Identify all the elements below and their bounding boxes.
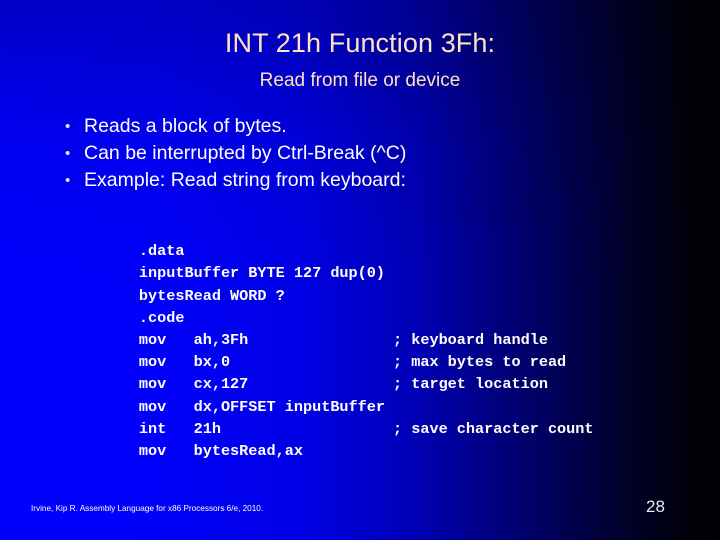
code-comment: ; max bytes to read [393, 353, 567, 372]
code-line: int 21h [66, 396, 706, 438]
code-listing: .data inputBuffer BYTE 127 dup(0) bytesR… [66, 218, 706, 460]
bullet-icon: • [65, 118, 71, 135]
code-line: mov ah,3Fh [66, 307, 706, 349]
footer-credit: Irvine, Kip R. Assembly Language for x86… [31, 504, 264, 513]
list-item: • Example: Read string from keyboard: [62, 167, 682, 194]
bullet-list: • Reads a block of bytes. • Can be inter… [62, 113, 682, 194]
code-line: .data [66, 218, 706, 260]
page-number: 28 [646, 497, 665, 516]
bullet-label: Can be interrupted by Ctrl-Break (^C) [84, 142, 407, 164]
code-comment: ; keyboard handle [393, 330, 548, 349]
page-subtitle: Read from file or device [259, 70, 461, 91]
bullet-icon: • [65, 172, 71, 189]
code-line: mov dx,OFFSET inputBuffer ; target locat… [66, 373, 706, 415]
code-comment: ; save character count [393, 419, 594, 438]
list-item: • Reads a block of bytes. [62, 113, 682, 140]
bullet-label: Example: Read string from keyboard: [84, 169, 406, 191]
code-line: inputBuffer BYTE 127 dup(0) [66, 240, 706, 282]
code-line: .code [66, 285, 706, 327]
page-title: INT 21h Function 3Fh: [224, 28, 496, 58]
code-line: bytesRead WORD ? [66, 262, 706, 305]
list-item: • Can be interrupted by Ctrl-Break (^C) [62, 140, 682, 167]
slide-canvas: INT 21h Function 3Fh: Read from file or … [0, 0, 720, 540]
slide-content: INT 21h Function 3Fh: Read from file or … [0, 0, 720, 540]
code-line: mov cx,127 ; max bytes to read [66, 351, 706, 393]
code-line: mov bx,0 ; keyboard handle [66, 329, 706, 371]
bullet-label: Reads a block of bytes. [84, 115, 287, 137]
code-comment: ; target location [393, 375, 548, 394]
code-line: mov bytesRead,ax ; save character count [66, 418, 706, 460]
code-text: mov bytesRead,ax [138, 441, 303, 460]
title-block: INT 21h Function 3Fh: Read from file or … [0, 26, 720, 93]
bullet-icon: • [65, 145, 71, 162]
